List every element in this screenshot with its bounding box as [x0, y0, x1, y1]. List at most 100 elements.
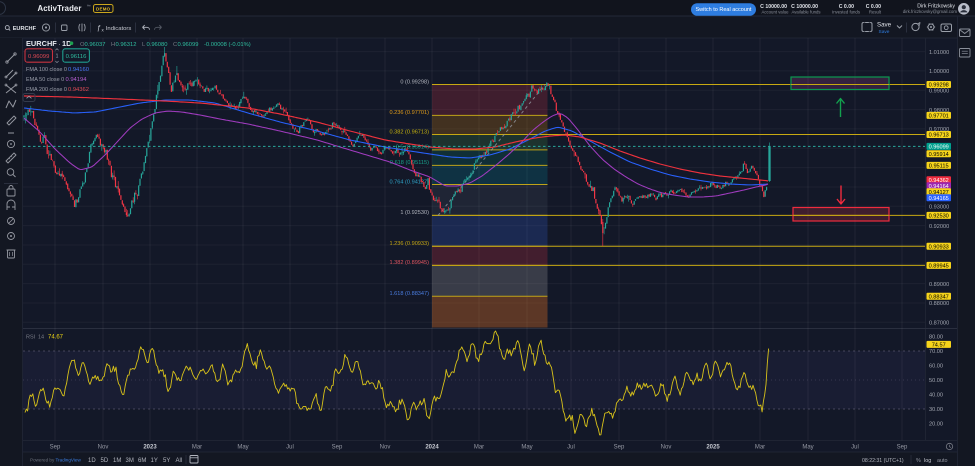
svg-text:1 (0.92530): 1 (0.92530) — [400, 210, 429, 216]
svg-text:0.764 (0.94127): 0.764 (0.94127) — [390, 179, 430, 185]
svg-text:auto: auto — [937, 458, 948, 464]
svg-text:0.99298: 0.99298 — [929, 83, 949, 89]
svg-text:All: All — [176, 458, 183, 464]
svg-text:Switch to Real account: Switch to Real account — [696, 7, 752, 13]
svg-text:0.96116: 0.96116 — [66, 54, 88, 60]
svg-text:3M: 3M — [126, 458, 134, 464]
svg-text:0.96037: 0.96037 — [85, 42, 106, 48]
svg-text:log: log — [924, 458, 931, 464]
svg-text:Mar: Mar — [192, 445, 202, 451]
svg-text:74.57: 74.57 — [932, 343, 946, 349]
svg-text:1Y: 1Y — [151, 458, 158, 464]
svg-text:Nov: Nov — [98, 445, 109, 451]
svg-text:0.87000: 0.87000 — [929, 321, 949, 327]
svg-text:50.00: 50.00 — [929, 378, 943, 384]
svg-text:2025: 2025 — [706, 445, 720, 451]
svg-text:5Y: 5Y — [163, 458, 170, 464]
svg-text:80.00: 80.00 — [929, 335, 943, 341]
svg-text:Powered by: Powered by — [30, 458, 55, 463]
svg-text:0.89945: 0.89945 — [929, 264, 949, 270]
svg-text:™: ™ — [87, 4, 91, 9]
svg-text:0.88000: 0.88000 — [929, 301, 949, 307]
svg-text:Sep: Sep — [332, 445, 343, 451]
svg-text:0.96080: 0.96080 — [147, 42, 168, 48]
svg-text:5D: 5D — [101, 458, 109, 464]
svg-text:0.90933: 0.90933 — [929, 244, 949, 250]
svg-text:Result: Result — [869, 10, 882, 15]
svg-text:Sep: Sep — [897, 445, 908, 451]
svg-text:RSI: RSI — [26, 335, 36, 341]
svg-text:14: 14 — [38, 335, 44, 341]
svg-text:May: May — [237, 445, 248, 451]
svg-text:FMA 200 close 0: FMA 200 close 0 — [26, 87, 67, 93]
svg-text:1M: 1M — [113, 458, 121, 464]
svg-text:20.00: 20.00 — [929, 422, 943, 428]
svg-text:0.95914: 0.95914 — [929, 152, 949, 158]
svg-text:EMA 50 close 0: EMA 50 close 0 — [26, 77, 64, 83]
svg-text:ActivTrader: ActivTrader — [38, 4, 82, 13]
svg-text:74.67: 74.67 — [48, 335, 64, 341]
svg-text:Jul: Jul — [286, 445, 294, 451]
svg-text:0.99000: 0.99000 — [929, 89, 949, 95]
svg-text:1D: 1D — [88, 458, 96, 464]
svg-text:%: % — [916, 458, 921, 464]
svg-text:0.96312: 0.96312 — [116, 42, 137, 48]
svg-text:Available funds: Available funds — [791, 10, 820, 15]
svg-text:EURCHF: EURCHF — [26, 39, 57, 48]
svg-text:Sep: Sep — [614, 445, 625, 451]
svg-text:1.00000: 1.00000 — [929, 69, 949, 75]
svg-text:May: May — [521, 445, 532, 451]
svg-text:Account value: Account value — [762, 10, 790, 15]
svg-text:1: 1 — [56, 54, 59, 60]
svg-text:0.618 (0.95115): 0.618 (0.95115) — [390, 160, 429, 166]
svg-text:0.96099: 0.96099 — [929, 145, 949, 151]
svg-text:TradingView: TradingView — [56, 458, 82, 463]
svg-text:0.94160: 0.94160 — [68, 67, 89, 73]
svg-text:1.01000: 1.01000 — [929, 50, 949, 56]
svg-text:0.89000: 0.89000 — [929, 282, 949, 288]
svg-text:FMA 100 close 0: FMA 100 close 0 — [26, 67, 67, 73]
svg-text:0.96099: 0.96099 — [28, 54, 49, 60]
svg-text:-0.00008 (-0.01%): -0.00008 (-0.01%) — [204, 42, 251, 48]
svg-text:0.94165: 0.94165 — [929, 196, 949, 202]
svg-text:60.00: 60.00 — [929, 364, 943, 370]
svg-text:Nov: Nov — [380, 445, 391, 451]
svg-text:·: · — [59, 41, 61, 48]
svg-text:0.97701: 0.97701 — [929, 114, 949, 120]
svg-text:0.94194: 0.94194 — [66, 77, 88, 83]
svg-text:2024: 2024 — [425, 445, 439, 451]
svg-text:Nov: Nov — [661, 445, 672, 451]
svg-text:dirk.friczkovsky@gmail.com: dirk.friczkovsky@gmail.com — [903, 9, 958, 14]
svg-text:Save: Save — [877, 21, 892, 28]
svg-text:Mar: Mar — [755, 445, 765, 451]
svg-text:Jul: Jul — [851, 445, 859, 451]
svg-text:1.382 (0.89945): 1.382 (0.89945) — [390, 260, 430, 266]
svg-text:0.236 (0.97701): 0.236 (0.97701) — [390, 110, 430, 116]
svg-text:Save: Save — [879, 29, 890, 35]
svg-text:0.96099: 0.96099 — [178, 42, 199, 48]
svg-text:DEMO: DEMO — [96, 7, 111, 12]
svg-text:Invested funds: Invested funds — [832, 10, 860, 15]
svg-text:May: May — [802, 445, 813, 451]
svg-text:1.236 (0.90933): 1.236 (0.90933) — [390, 241, 430, 247]
svg-text:0 (0.99298): 0 (0.99298) — [400, 79, 429, 85]
svg-text:0.382 (0.96713): 0.382 (0.96713) — [390, 129, 430, 135]
svg-text:0.93000: 0.93000 — [929, 205, 949, 211]
svg-text:0.92530: 0.92530 — [929, 214, 949, 220]
svg-text:6M: 6M — [138, 458, 146, 464]
svg-text:30.00: 30.00 — [929, 407, 943, 413]
svg-text:Mar: Mar — [474, 445, 484, 451]
svg-text:0.88347: 0.88347 — [929, 294, 949, 300]
svg-text:40.00: 40.00 — [929, 393, 943, 399]
svg-text:2023: 2023 — [143, 445, 157, 451]
svg-text:08:22:31 (UTC+1): 08:22:31 (UTC+1) — [862, 458, 904, 464]
svg-text:Indicators: Indicators — [106, 26, 132, 32]
svg-text:0.94362: 0.94362 — [68, 87, 89, 93]
svg-text:70.00: 70.00 — [929, 349, 943, 355]
svg-text:0.96713: 0.96713 — [929, 133, 949, 139]
svg-text:1.618 (0.88347): 1.618 (0.88347) — [390, 291, 430, 297]
svg-text:Jul: Jul — [567, 445, 575, 451]
svg-text:Sep: Sep — [50, 445, 61, 451]
svg-text:0.95115: 0.95115 — [929, 164, 949, 170]
svg-text:0.92000: 0.92000 — [929, 224, 949, 230]
